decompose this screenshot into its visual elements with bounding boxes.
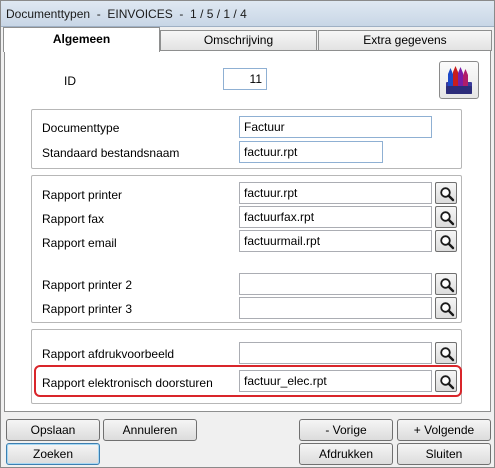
magnifier-icon [440, 278, 455, 293]
opslaan-button[interactable]: Opslaan [6, 419, 100, 441]
documenttype-field[interactable]: Factuur [239, 116, 432, 138]
tab-extra-gegevens[interactable]: Extra gegevens [318, 30, 492, 51]
rapport-printer3-lookup-button[interactable] [435, 297, 457, 319]
bestandsnaam-label: Standaard bestandsnaam [42, 146, 180, 160]
documenttypen-window: Documenttypen - EINVOICES - 1 / 5 / 1 / … [0, 0, 495, 468]
volgende-button[interactable]: + Volgende [397, 419, 491, 441]
documenttype-label: Documenttype [42, 121, 120, 135]
rapport-afdrukvoorbeeld-field[interactable] [239, 342, 432, 364]
id-label: ID [64, 74, 76, 88]
rapport-elektronisch-label: Rapport elektronisch doorsturen [42, 376, 213, 390]
crayons-icon [446, 66, 472, 94]
afdrukken-button[interactable]: Afdrukken [299, 443, 393, 465]
tab-algemeen[interactable]: Algemeen [3, 27, 160, 52]
rapport-printer2-label: Rapport printer 2 [42, 278, 133, 292]
title-bar: Documenttypen - EINVOICES - 1 / 5 / 1 / … [1, 1, 494, 27]
rapport-afdrukvoorbeeld-lookup-button[interactable] [435, 342, 457, 364]
rapport-fax-field[interactable]: factuurfax.rpt [239, 206, 432, 228]
magnifier-icon [440, 187, 455, 202]
sluiten-button[interactable]: Sluiten [397, 443, 491, 465]
group-preview [31, 329, 462, 404]
rapport-printer-label: Rapport printer [42, 188, 123, 202]
rapport-afdrukvoorbeeld-label: Rapport afdrukvoorbeeld [42, 347, 175, 361]
magnifier-icon [440, 302, 455, 317]
magnifier-icon [440, 211, 455, 226]
rapport-elektronisch-field[interactable]: factuur_elec.rpt [239, 370, 432, 392]
rapport-printer2-field[interactable] [239, 273, 432, 295]
magnifier-icon [440, 375, 455, 390]
tab-omschrijving[interactable]: Omschrijving [160, 30, 317, 51]
zoeken-button[interactable]: Zoeken [6, 443, 100, 465]
rapport-printer2-lookup-button[interactable] [435, 273, 457, 295]
magnifier-icon [440, 235, 455, 250]
rapport-email-label: Rapport email [42, 236, 117, 250]
rapport-printer3-label: Rapport printer 3 [42, 302, 133, 316]
bestandsnaam-field[interactable]: factuur.rpt [239, 141, 383, 163]
rapport-fax-label: Rapport fax [42, 212, 105, 226]
rapport-email-lookup-button[interactable] [435, 230, 457, 252]
rapport-printer-lookup-button[interactable] [435, 182, 457, 204]
id-field[interactable]: 11 [223, 68, 267, 90]
window-title: Documenttypen - EINVOICES - 1 / 5 / 1 / … [6, 7, 247, 21]
logo-button[interactable] [439, 61, 479, 99]
rapport-email-field[interactable]: factuurmail.rpt [239, 230, 432, 252]
rapport-printer3-field[interactable] [239, 297, 432, 319]
rapport-elektronisch-lookup-button[interactable] [435, 370, 457, 392]
tab-strip: Algemeen Omschrijving Extra gegevens [1, 27, 494, 52]
rapport-printer-field[interactable]: factuur.rpt [239, 182, 432, 204]
annuleren-button[interactable]: Annuleren [103, 419, 197, 441]
vorige-button[interactable]: - Vorige [299, 419, 393, 441]
magnifier-icon [440, 347, 455, 362]
rapport-fax-lookup-button[interactable] [435, 206, 457, 228]
